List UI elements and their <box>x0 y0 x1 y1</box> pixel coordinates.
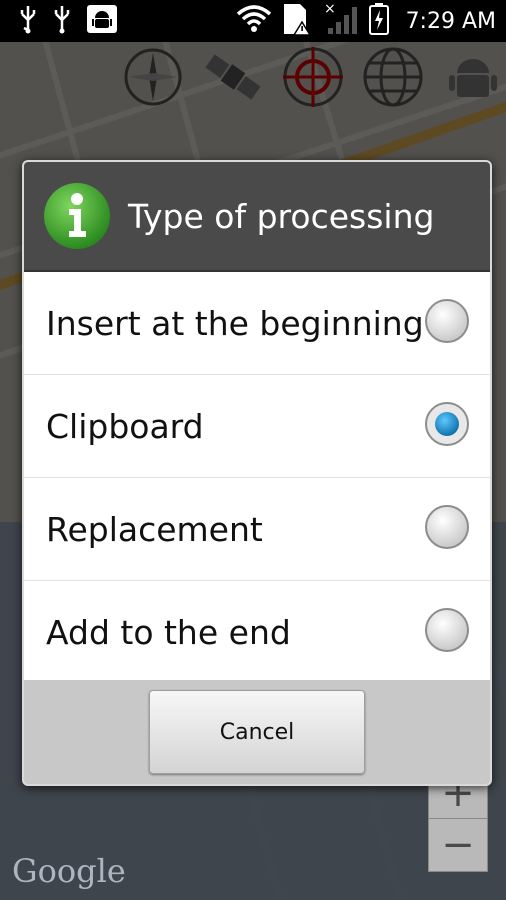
target-icon[interactable] <box>280 44 346 110</box>
option-label: Replacement <box>46 509 263 549</box>
option-label: Add to the end <box>46 612 291 652</box>
radio-button-checked[interactable] <box>424 401 470 447</box>
dialog-title: Type of processing <box>128 196 435 236</box>
sd-card-warning-icon <box>280 2 316 40</box>
globe-icon[interactable] <box>360 44 426 110</box>
wifi-icon <box>236 4 272 38</box>
compass-icon[interactable] <box>120 44 186 110</box>
processing-type-dialog: Type of processing Insert at the beginni… <box>22 160 492 786</box>
options-list: Insert at the beginning Clipboard Replac… <box>24 272 490 683</box>
info-icon <box>42 181 112 251</box>
status-time: 7:29 AM <box>405 8 496 34</box>
option-replacement[interactable]: Replacement <box>24 478 490 581</box>
option-insert-beginning[interactable]: Insert at the beginning <box>24 272 490 375</box>
radio-button-unchecked[interactable] <box>424 504 470 550</box>
map-toolbar <box>120 42 506 112</box>
dialog-header: Type of processing <box>24 162 490 272</box>
option-add-end[interactable]: Add to the end <box>24 581 490 683</box>
zoom-out-button[interactable]: − <box>428 818 488 872</box>
cancel-button[interactable]: Cancel <box>149 690 365 774</box>
android-debug-icon <box>86 4 118 38</box>
no-signal-icon: × <box>324 1 360 40</box>
usb-icon <box>18 4 38 38</box>
option-label: Insert at the beginning <box>46 303 424 343</box>
google-logo: Google <box>12 852 126 890</box>
option-clipboard[interactable]: Clipboard <box>24 375 490 478</box>
status-bar: × 7:29 AM <box>0 0 506 42</box>
radio-button-unchecked[interactable] <box>424 298 470 344</box>
usb-icon <box>52 4 72 38</box>
radio-button-unchecked[interactable] <box>424 607 470 653</box>
battery-charging-icon <box>368 2 390 40</box>
option-label: Clipboard <box>46 406 204 446</box>
dialog-footer: Cancel <box>24 680 490 784</box>
satellite-icon[interactable] <box>200 44 266 110</box>
android-icon[interactable] <box>440 44 506 110</box>
svg-text:×: × <box>324 2 336 17</box>
